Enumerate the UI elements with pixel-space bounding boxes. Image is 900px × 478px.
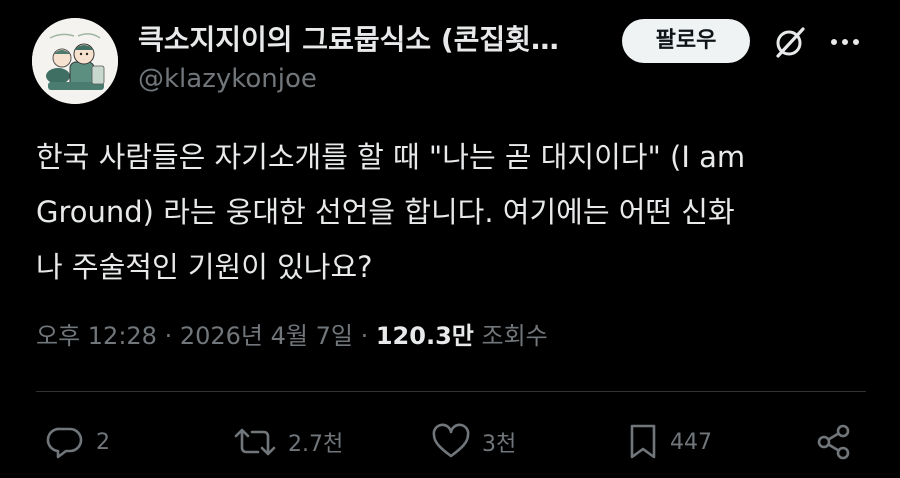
meta-separator: · <box>352 322 376 350</box>
views-label: 조회수 <box>473 322 548 350</box>
more-icon[interactable] <box>826 28 864 56</box>
bookmark-button[interactable]: 447 <box>626 420 712 464</box>
grok-icon[interactable] <box>772 24 808 60</box>
tweet-date[interactable]: 2026년 4월 7일 <box>180 322 353 350</box>
display-name[interactable]: 큭소지지이의 그료뭅식소 (콘집횟… <box>138 20 588 60</box>
like-button[interactable]: 3천 <box>430 420 516 464</box>
share-button[interactable] <box>814 420 854 464</box>
handle[interactable]: @klazykonjoe <box>138 60 317 98</box>
repost-count: 2.7천 <box>288 432 344 457</box>
bookmark-count: 447 <box>670 429 712 455</box>
tweet-text: 한국 사람들은 자기소개를 할 때 "나는 곧 대지이다" (I am Grou… <box>36 140 746 284</box>
reply-button[interactable]: 2 <box>46 420 110 464</box>
tweet-time[interactable]: 오후 12:28 <box>36 322 157 350</box>
avatar-illustration <box>32 18 118 104</box>
repost-button[interactable]: 2.7천 <box>232 420 343 464</box>
divider <box>36 391 866 392</box>
views-count[interactable]: 120.3만 <box>376 322 474 350</box>
meta-separator: · <box>156 322 180 350</box>
follow-button[interactable]: 팔로우 <box>622 19 750 63</box>
avatar[interactable] <box>32 18 118 104</box>
tweet-meta: 오후 12:28 · 2026년 4월 7일 · 120.3만 조회수 <box>36 318 548 354</box>
bookmark-icon <box>630 424 656 459</box>
repost-icon <box>234 428 276 456</box>
heart-icon <box>432 423 470 458</box>
like-count: 3천 <box>482 432 517 457</box>
reply-count: 2 <box>96 429 110 455</box>
share-icon <box>817 424 850 460</box>
reply-icon <box>46 427 83 459</box>
